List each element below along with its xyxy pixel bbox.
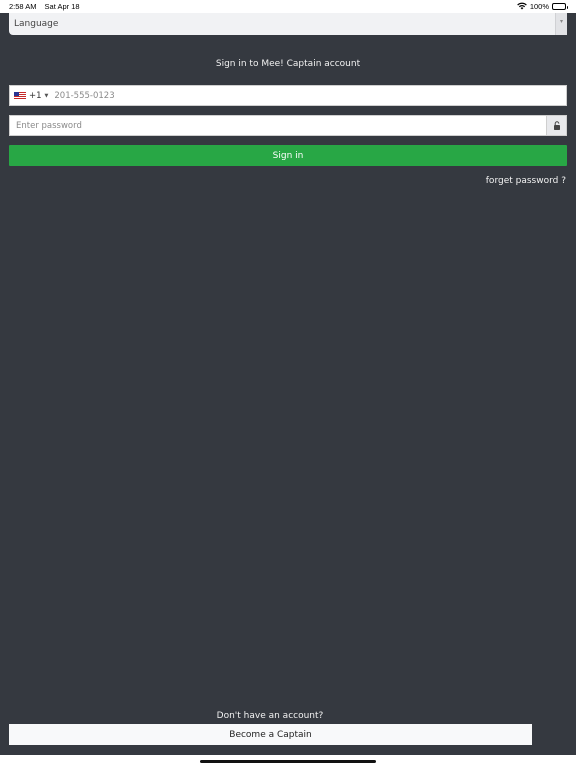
status-date: Sat Apr 18	[44, 2, 80, 11]
phone-field: +1 ▼	[9, 85, 567, 106]
caret-down-icon: ▼	[44, 92, 49, 99]
lock-icon[interactable]	[546, 116, 566, 135]
signin-button[interactable]: Sign in	[9, 145, 567, 166]
language-select-value: Language	[14, 19, 59, 29]
home-area	[0, 755, 576, 768]
page-title: Sign in to Mee! Captain account	[215, 59, 361, 69]
battery-percent: 100%	[529, 2, 549, 11]
phone-input[interactable]	[52, 90, 566, 101]
signin-screen: Language ▾ Sign in to Mee! Captain accou…	[0, 13, 576, 755]
language-select[interactable]: Language ▾	[9, 13, 567, 35]
wifi-icon	[517, 2, 527, 12]
status-indicators: 100%	[517, 0, 568, 13]
no-account-text: Don't have an account?	[216, 711, 324, 721]
home-indicator[interactable]	[200, 760, 376, 763]
status-bar: 2:58 AM Sat Apr 18 100%	[0, 0, 576, 13]
battery-icon	[552, 3, 568, 10]
dial-code: +1	[29, 90, 42, 101]
password-field	[9, 115, 567, 136]
us-flag-icon	[14, 91, 26, 100]
chevron-down-icon: ▾	[555, 13, 567, 35]
become-captain-button[interactable]: Become a Captain	[9, 724, 532, 745]
status-time: 2:58 AM	[9, 2, 37, 11]
country-code-selector[interactable]: +1 ▼	[10, 86, 52, 105]
forget-password-link[interactable]: forget password ?	[486, 176, 566, 186]
password-input[interactable]	[10, 116, 546, 135]
